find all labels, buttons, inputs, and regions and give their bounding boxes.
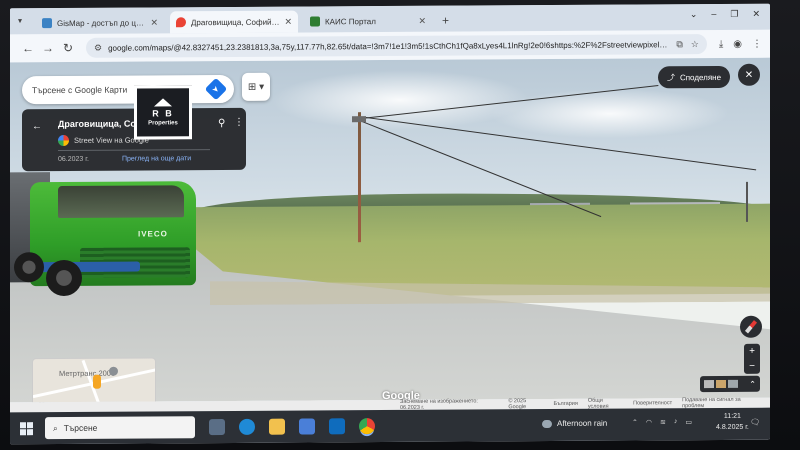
- close-window-icon[interactable]: ✕: [752, 9, 760, 20]
- zoom-out-button[interactable]: −: [749, 361, 755, 372]
- tab-gismap[interactable]: GisMap - достъп до цифрово ✕: [36, 11, 164, 34]
- divider: [58, 149, 210, 152]
- minimap-place-label: Метртранс 2005: [59, 368, 116, 379]
- photo-thumbnail[interactable]: [716, 379, 726, 389]
- photo-thumbnail[interactable]: [704, 380, 714, 389]
- tab-label: GisMap - достъп до цифрово: [57, 17, 147, 28]
- bookmark-star-icon[interactable]: ☆: [691, 39, 699, 50]
- download-icon[interactable]: ⤓: [719, 38, 723, 49]
- utility-pole: [746, 181, 748, 222]
- zoom-control: + −: [744, 343, 760, 374]
- compass-icon[interactable]: [740, 315, 762, 338]
- open-in-app-icon[interactable]: ⧉: [676, 39, 682, 50]
- edge-icon[interactable]: [239, 418, 255, 435]
- layers-icon: ⊞ ▾: [247, 81, 265, 93]
- volume-icon[interactable]: ♪: [674, 418, 678, 426]
- tab-close-icon[interactable]: ✕: [418, 15, 426, 26]
- clock-date: 4.8.2025 г.: [716, 423, 749, 431]
- expand-photos-icon[interactable]: ⌃: [749, 379, 756, 388]
- weather-text: Afternoon rain: [557, 418, 608, 428]
- tab-list-icon[interactable]: ⌄: [690, 9, 698, 20]
- layers-button[interactable]: ⊞ ▾: [242, 72, 270, 101]
- maps-search-box[interactable]: Търсене с Google Карти ➤: [22, 74, 234, 105]
- taskbar-search-placeholder: Търсене: [63, 422, 98, 433]
- tray-chevron-icon[interactable]: ⌃: [632, 418, 638, 426]
- watermark-name: Properties: [148, 120, 178, 127]
- rain-cloud-icon: [542, 419, 552, 428]
- share-button[interactable]: ⤴ Споделяне: [658, 65, 730, 89]
- minimize-icon[interactable]: –: [711, 9, 716, 20]
- tab-close-icon[interactable]: ✕: [150, 17, 158, 28]
- tab-close-icon[interactable]: ✕: [284, 16, 292, 27]
- store-icon[interactable]: [299, 418, 315, 435]
- file-explorer-icon[interactable]: [269, 418, 285, 435]
- rb-properties-watermark: R B Properties: [134, 85, 192, 140]
- menu-dots-icon[interactable]: ⋮: [752, 38, 762, 49]
- truck-windshield: [58, 185, 184, 219]
- windows-start-icon[interactable]: [20, 421, 33, 435]
- photo-strip[interactable]: ⌃: [700, 375, 760, 393]
- screen: ▾ GisMap - достъп до цифрово ✕ Драговищи…: [10, 3, 770, 445]
- street-view-panorama[interactable]: IVECO Търсене с Google Карти ➤ ⊞ ▾ ← Дра…: [10, 57, 770, 403]
- outlook-icon[interactable]: [329, 418, 345, 435]
- share-label: Споделяне: [679, 72, 722, 82]
- profile-icon[interactable]: ◉: [733, 38, 742, 49]
- notifications-icon[interactable]: 🗨: [750, 418, 760, 427]
- maximize-icon[interactable]: ❐: [730, 9, 738, 20]
- network-icon[interactable]: ◠: [646, 418, 652, 426]
- close-street-view-button[interactable]: ✕: [738, 63, 760, 86]
- tab-label: КАИС Портал: [325, 16, 376, 26]
- gismap-favicon-icon: [42, 18, 52, 29]
- watermark-initials: R B: [152, 108, 174, 119]
- truck-wheel: [14, 252, 44, 283]
- share-icon: ⤴: [666, 72, 675, 82]
- new-tab-button[interactable]: +: [442, 14, 449, 28]
- house-roof-icon: [154, 98, 172, 107]
- weather-widget[interactable]: Afternoon rain: [542, 419, 607, 428]
- see-more-dates-link[interactable]: Преглед на още дати: [122, 155, 191, 162]
- capture-date: 06.2023 г.: [58, 155, 89, 164]
- pole-lamp: [352, 116, 366, 123]
- directions-icon[interactable]: ➤: [204, 77, 228, 101]
- tab-kais[interactable]: КАИС Портал ✕: [304, 10, 432, 33]
- window-controls: ⌄ – ❐ ✕: [690, 9, 760, 20]
- utility-pole: [358, 112, 361, 243]
- url-text: google.com/maps/@42.8327451,23.2381813,3…: [108, 39, 669, 53]
- wifi-icon[interactable]: ≋: [660, 418, 666, 426]
- task-view-icon[interactable]: [209, 419, 225, 436]
- location-pin-icon[interactable]: ⚲: [218, 118, 225, 129]
- google-g-icon: [58, 134, 69, 147]
- truck-wheel: [46, 259, 82, 297]
- reload-icon[interactable]: ↻: [58, 41, 78, 55]
- site-settings-icon[interactable]: ⚙: [94, 42, 102, 53]
- map-poi-icon: [109, 366, 118, 376]
- country-link[interactable]: България: [554, 401, 578, 407]
- tab-label: Драговищица, Софийска обла: [191, 17, 281, 27]
- chrome-icon[interactable]: [359, 418, 375, 435]
- taskbar-apps: [209, 418, 375, 436]
- search-icon: ⌕: [53, 422, 58, 433]
- address-bar[interactable]: ⚙ google.com/maps/@42.8327451,23.2381813…: [86, 34, 707, 58]
- more-options-icon[interactable]: ⋮: [234, 117, 244, 128]
- pegman-icon: [93, 374, 101, 389]
- system-tray: ⌃ ◠ ≋ ♪ ▭: [632, 418, 692, 426]
- zoom-in-button[interactable]: +: [749, 346, 755, 357]
- windows-taskbar: ⌕ Търсене Afternoon rain ⌃ ◠ ≋ ♪ ▭ 11:21…: [10, 407, 770, 445]
- truck-brand-text: IVECO: [138, 229, 168, 239]
- back-arrow-icon[interactable]: ←: [32, 121, 42, 132]
- taskbar-clock[interactable]: 11:21 4.8.2025 г.: [716, 412, 749, 433]
- battery-icon[interactable]: ▭: [685, 418, 692, 426]
- tab-google-maps[interactable]: Драговищица, Софийска обла ✕: [170, 10, 298, 34]
- photo-thumbnail[interactable]: [728, 379, 738, 388]
- kais-favicon-icon: [310, 16, 320, 27]
- taskbar-search[interactable]: ⌕ Търсене: [45, 416, 195, 440]
- forward-icon[interactable]: →: [38, 41, 58, 55]
- privacy-link[interactable]: Поверителност: [633, 400, 672, 406]
- mini-map[interactable]: Метртранс 2005 ⛶: [32, 357, 156, 403]
- back-icon[interactable]: ←: [18, 41, 38, 55]
- tab-search-icon[interactable]: ▾: [18, 16, 22, 25]
- maps-pin-favicon-icon: [176, 17, 186, 28]
- clock-time: 11:21: [723, 412, 741, 420]
